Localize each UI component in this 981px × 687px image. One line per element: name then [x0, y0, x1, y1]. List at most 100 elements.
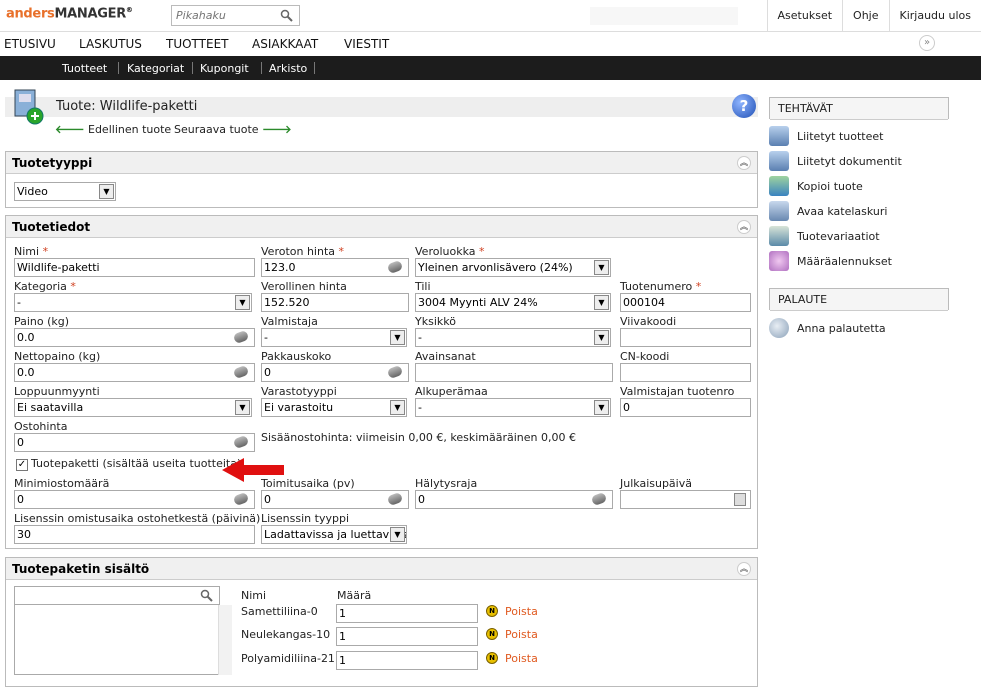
next-product-link[interactable]: Seuraava tuote 🡒: [174, 122, 292, 136]
gross-price-field[interactable]: 152.520: [261, 293, 409, 312]
sellout-select[interactable]: Ei saatavilla▼: [14, 398, 252, 417]
settings-link[interactable]: Asetukset: [767, 0, 843, 32]
dropdown-arrow-icon: ▼: [594, 400, 609, 415]
bundle-item-qty[interactable]: 1: [336, 627, 478, 646]
bundle-item-qty[interactable]: 1: [336, 651, 478, 670]
stock-type-select[interactable]: Ei varastoitu▼: [261, 398, 407, 417]
keywords-field[interactable]: [415, 363, 613, 382]
dropdown-arrow-icon: ▼: [594, 295, 609, 310]
bundle-search-input[interactable]: [14, 586, 220, 605]
bundle-item-qty[interactable]: 1: [336, 604, 478, 623]
unit-label: Yksikkö: [415, 315, 456, 328]
subnav-kupongit[interactable]: Kupongit: [200, 62, 249, 75]
barcode-field[interactable]: [620, 328, 751, 347]
list-scrollbar[interactable]: [218, 605, 232, 675]
purchase-price-field[interactable]: 0: [14, 433, 255, 452]
cn-code-field[interactable]: [620, 363, 751, 382]
nav-tuotteet[interactable]: TUOTTEET: [166, 37, 229, 51]
license-duration-label: Lisenssin omistusaika ostohetkestä (päiv…: [14, 512, 260, 525]
subnav-tuotteet[interactable]: Tuotteet: [62, 62, 107, 75]
bundle-checkbox[interactable]: ✓: [16, 459, 28, 471]
search-icon[interactable]: [200, 589, 213, 602]
page-title: Tuote: Wildlife-paketti: [56, 99, 197, 114]
origin-country-select[interactable]: -▼: [415, 398, 611, 417]
app-logo[interactable]: andersMANAGER®: [6, 6, 133, 21]
cn-code-label: CN-koodi: [620, 350, 669, 363]
subnav-kategoriat[interactable]: Kategoriat: [127, 62, 184, 75]
dropdown-arrow-icon: ▼: [235, 295, 250, 310]
package-size-field[interactable]: 0: [261, 363, 409, 382]
license-type-select[interactable]: Ladattavissa ja luettavissa▼: [261, 525, 407, 544]
speech-bubble-icon: [769, 318, 789, 338]
expand-nav-icon[interactable]: »: [919, 35, 935, 51]
publish-date-field[interactable]: [620, 490, 751, 509]
main-nav: ETUSIVU LASKUTUS TUOTTEET ASIAKKAAT VIES…: [0, 32, 981, 56]
nav-laskutus[interactable]: LASKUTUS: [79, 37, 142, 51]
spinner-icon: [387, 492, 404, 506]
bundle-item-name: Samettiliina-0: [241, 605, 318, 618]
help-icon[interactable]: ?: [732, 94, 756, 118]
dropdown-arrow-icon: ▼: [390, 330, 405, 345]
subnav-arkisto[interactable]: Arkisto: [269, 62, 307, 75]
next-label: Seuraava tuote: [174, 123, 259, 136]
remove-link[interactable]: Poista: [505, 652, 538, 665]
spinner-icon: [591, 492, 608, 506]
net-price-field[interactable]: 123.0: [261, 258, 409, 277]
product-box-icon: [13, 86, 45, 126]
dropdown-arrow-icon: ▼: [594, 260, 609, 275]
origin-country-label: Alkuperämaa: [415, 385, 488, 398]
nav-viestit[interactable]: VIESTIT: [344, 37, 389, 51]
unit-select[interactable]: -▼: [415, 328, 611, 347]
tax-class-select[interactable]: Yleinen arvonlisävero (24%)▼: [415, 258, 611, 277]
help-link[interactable]: Ohje: [842, 0, 888, 32]
remove-link[interactable]: Poista: [505, 628, 538, 641]
product-number-field[interactable]: 000104: [620, 293, 751, 312]
min-order-field[interactable]: 0: [14, 490, 255, 509]
task-quantity-discounts[interactable]: Määräalennukset: [769, 251, 892, 271]
note-icon[interactable]: N: [486, 652, 498, 664]
category-select[interactable]: -▼: [14, 293, 252, 312]
task-linked-products[interactable]: Liitetyt tuotteet: [769, 126, 883, 146]
net-weight-field[interactable]: 0.0: [14, 363, 255, 382]
name-field[interactable]: Wildlife-paketti: [14, 258, 255, 277]
prev-product-link[interactable]: 🡐 Edellinen tuote: [55, 122, 171, 136]
license-type-label: Lisenssin tyyppi: [261, 512, 349, 525]
spinner-icon: [233, 330, 250, 344]
subnav-divider: [118, 62, 119, 74]
task-margin-calculator[interactable]: Avaa katelaskuri: [769, 201, 887, 221]
delivery-time-field[interactable]: 0: [261, 490, 409, 509]
mfr-product-number-field[interactable]: 0: [620, 398, 751, 417]
search-input[interactable]: [172, 6, 277, 25]
nav-etusivu[interactable]: ETUSIVU: [4, 37, 56, 51]
calendar-icon[interactable]: [734, 493, 746, 506]
collapse-icon[interactable]: ︽: [737, 220, 751, 234]
product-type-panel: Tuotetyyppi︽: [5, 151, 758, 208]
name-label: Nimi *: [14, 245, 48, 258]
account-label: Tili: [415, 280, 431, 293]
remove-link[interactable]: Poista: [505, 605, 538, 618]
manufacturer-select[interactable]: -▼: [261, 328, 407, 347]
license-duration-field[interactable]: 30: [14, 525, 255, 544]
product-number-label: Tuotenumero *: [620, 280, 701, 293]
note-icon[interactable]: N: [486, 605, 498, 617]
product-type-select[interactable]: Video▼: [14, 182, 116, 201]
task-linked-documents[interactable]: Liitetyt dokumentit: [769, 151, 902, 171]
task-product-variations[interactable]: Tuotevariaatiot: [769, 226, 880, 246]
collapse-icon[interactable]: ︽: [737, 562, 751, 576]
note-icon[interactable]: N: [486, 628, 498, 640]
nav-asiakkaat[interactable]: ASIAKKAAT: [252, 37, 318, 51]
give-feedback-link[interactable]: Anna palautetta: [769, 318, 886, 338]
collapse-icon[interactable]: ︽: [737, 156, 751, 170]
weight-field[interactable]: 0.0: [14, 328, 255, 347]
top-menu: Asetukset Ohje Kirjaudu ulos: [767, 0, 981, 32]
quick-search[interactable]: [171, 5, 300, 26]
search-icon[interactable]: [280, 9, 293, 22]
alert-limit-field[interactable]: 0: [415, 490, 613, 509]
account-select[interactable]: 3004 Myynti ALV 24%▼: [415, 293, 611, 312]
logout-link[interactable]: Kirjaudu ulos: [889, 0, 981, 32]
feedback-box: PALAUTE: [769, 288, 949, 310]
bundle-item-name: Neulekangas-10: [241, 628, 330, 641]
task-copy-product[interactable]: Kopioi tuote: [769, 176, 863, 196]
variations-icon: [769, 226, 789, 246]
spinner-icon: [387, 365, 404, 379]
